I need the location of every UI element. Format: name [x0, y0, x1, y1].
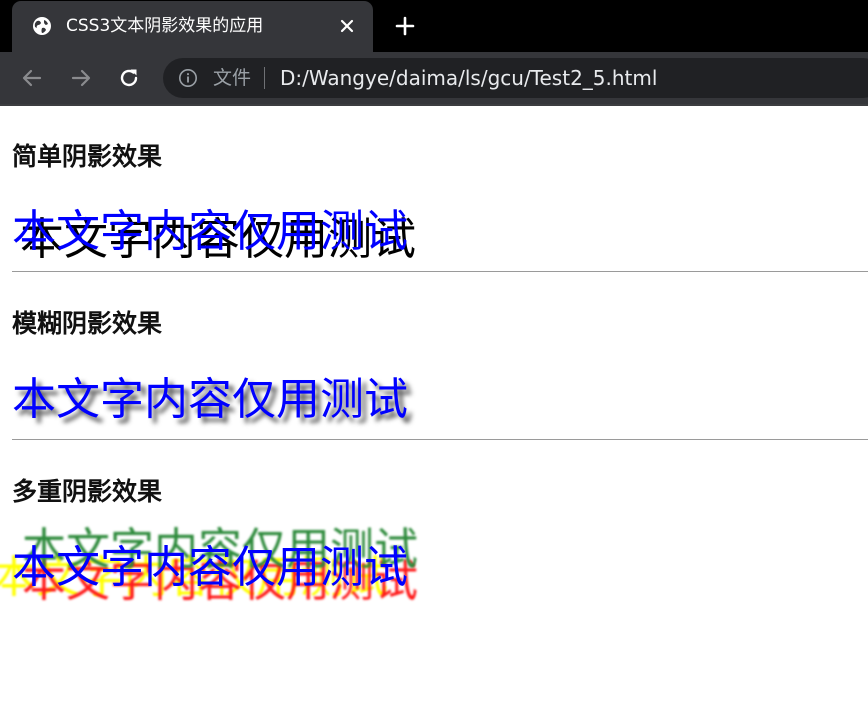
tab-title: CSS3文本阴影效果的应用 — [66, 16, 264, 36]
url-text[interactable]: D:/Wangye/daima/ls/gcu/Test2_5.html — [280, 67, 657, 89]
scheme-label: 文件 — [213, 67, 252, 89]
page-content: 简单阴影效果 本文字内容仅用测试 模糊阴影效果 本文字内容仅用测试 多重阴影效果… — [0, 106, 868, 712]
new-tab-icon[interactable] — [394, 15, 416, 37]
forward-arrow-icon[interactable] — [69, 66, 93, 90]
back-arrow-icon[interactable] — [20, 66, 44, 90]
divider — [12, 439, 868, 440]
browser-toolbar: 文件 D:/Wangye/daima/ls/gcu/Test2_5.html — [0, 52, 868, 104]
info-icon[interactable] — [178, 68, 198, 88]
section-heading-blur: 模糊阴影效果 — [12, 309, 163, 338]
multi-shadow-text: 本文字内容仅用测试 — [12, 542, 408, 593]
browser-tab[interactable]: CSS3文本阴影效果的应用 — [12, 1, 373, 52]
section-heading-simple: 简单阴影效果 — [12, 142, 163, 171]
divider — [12, 271, 868, 272]
section-heading-multi: 多重阴影效果 — [12, 477, 163, 506]
tab-strip: CSS3文本阴影效果的应用 — [0, 0, 868, 52]
close-icon[interactable] — [339, 18, 355, 34]
reload-icon[interactable] — [117, 66, 141, 90]
simple-shadow-text: 本文字内容仅用测试 — [12, 206, 408, 257]
blur-shadow-text: 本文字内容仅用测试 — [12, 374, 408, 425]
globe-icon — [33, 17, 51, 35]
address-bar[interactable]: 文件 D:/Wangye/daima/ls/gcu/Test2_5.html — [163, 58, 868, 98]
divider — [264, 67, 265, 89]
